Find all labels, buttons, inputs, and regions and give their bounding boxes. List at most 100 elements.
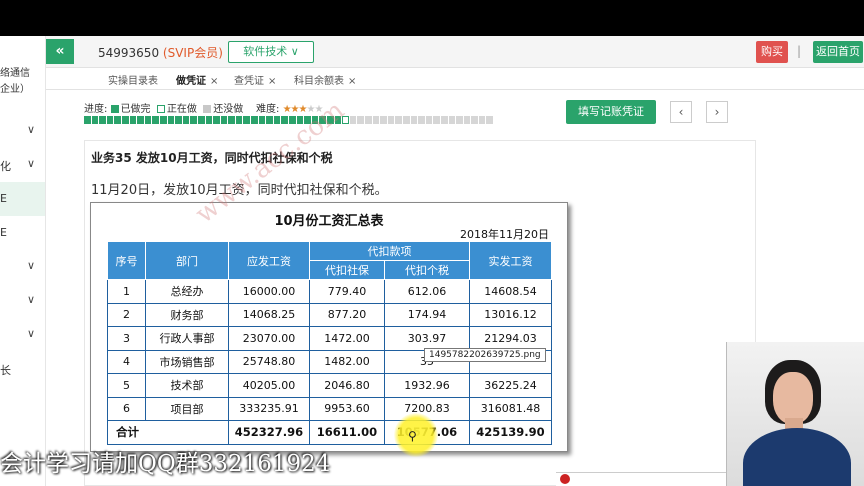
progress-cell[interactable] [281,116,289,124]
cell-tax: 1932.96 [384,373,470,398]
progress-bar [84,116,494,125]
cell-gross: 333235.91 [228,396,310,421]
zoom-cursor-icon: ⚲ [408,429,417,443]
progress-cell[interactable] [121,116,129,124]
salary-table: 序号 部门 应发工资 代扣款项 实发工资 代扣社保 代扣个税 1 总经办 16000… [107,241,552,445]
progress-cell[interactable] [387,116,395,124]
account-id: 54993650 [98,46,160,60]
cell-social: 779.40 [309,279,385,304]
progress-cell[interactable] [99,116,106,124]
webcam-overlay [726,342,864,486]
chevron-down-icon: ∨ [27,327,36,340]
progress-cell[interactable] [273,116,281,124]
prev-button[interactable]: ‹ [670,101,692,123]
progress-cell[interactable] [220,116,228,124]
tab-view-voucher[interactable]: 查凭证 × [234,72,276,87]
sidebar-item-2[interactable]: 化 ∨ [0,148,45,182]
table-row: 2 财务部 14068.25 877.20 174.94 13016.12 [107,302,552,327]
chevron-down-icon: ∨ [27,259,36,272]
cell-seq: 5 [107,373,146,398]
progress-cell[interactable] [258,116,266,124]
progress-cell[interactable] [425,116,433,124]
image-filename-tooltip: 1495782202639725.png [424,348,546,362]
progress-cell[interactable] [205,116,213,124]
tab-bar: 实操目录表 做凭证 × 查凭证 × 科目余额表 × [46,68,864,90]
progress-cell[interactable] [213,116,220,124]
sidebar-item-8[interactable]: 长 [0,352,45,386]
cell-tax: 303.97 [384,326,470,351]
progress-cell[interactable] [84,116,91,124]
cell-net: 36225.24 [469,373,552,398]
write-voucher-button[interactable]: 填写记账凭证 [566,100,656,124]
star-icon: ★ [282,104,292,115]
progress-cell[interactable] [243,116,251,124]
sidebar-item-6[interactable]: ∨ [0,284,45,318]
progress-cell[interactable] [418,116,425,124]
progress-cell[interactable] [478,116,486,124]
progress-cell[interactable] [448,116,456,124]
progress-cell[interactable] [175,116,182,124]
progress-cell[interactable] [349,116,357,124]
progress-cell[interactable] [251,116,258,124]
progress-cell[interactable] [410,116,418,124]
progress-cell[interactable] [433,116,440,124]
sidebar-item-3[interactable]: E [0,182,45,216]
cell-tax: 612.06 [384,279,470,304]
progress-cell[interactable] [266,116,273,124]
progress-cell[interactable] [159,116,167,124]
header-net: 实发工资 [469,241,552,280]
progress-cell[interactable] [456,116,463,124]
header-social: 代扣社保 [309,260,385,280]
progress-cell[interactable] [395,116,402,124]
sidebar-item-7[interactable]: ∨ [0,318,45,352]
progress-cell[interactable] [190,116,197,124]
progress-cell[interactable] [144,116,152,124]
progress-cell[interactable] [380,116,387,124]
cell-dept: 技术部 [145,373,229,398]
progress-cell[interactable] [235,116,243,124]
cell-social: 877.20 [309,302,385,327]
next-image-strip [556,472,726,486]
sidebar-item-4[interactable]: E [0,216,45,250]
table-row: 5 技术部 40205.00 2046.80 1932.96 36225.24 [107,373,552,398]
tab-make-voucher[interactable]: 做凭证 × [176,72,218,87]
progress-cell[interactable] [129,116,137,124]
collapse-sidebar-button[interactable]: « [46,39,74,64]
progress-cell[interactable] [137,116,144,124]
progress-cell[interactable] [228,116,235,124]
progress-cell[interactable] [357,116,364,124]
progress-cell[interactable] [91,116,99,124]
close-icon[interactable]: × [210,76,218,87]
doing-swatch [156,105,165,113]
close-icon[interactable]: × [268,76,276,87]
progress-cell[interactable] [364,116,372,124]
sheet-date: 2018年11月20日 [460,228,549,241]
cell-gross: 16000.00 [228,279,310,304]
chevron-down-icon: ∨ [27,293,36,306]
sidebar-item-1[interactable]: ∨ [0,114,45,148]
progress-cell[interactable] [152,116,159,124]
table-row: 6 项目部 333235.91 9953.60 7200.83 316081.48 [107,396,552,421]
progress-cell[interactable] [106,116,114,124]
buy-button[interactable]: 购买 [756,41,788,63]
next-button[interactable]: › [706,101,728,123]
progress-cell[interactable] [197,116,205,124]
cell-social: 1472.00 [309,326,385,351]
progress-cell[interactable] [471,116,478,124]
progress-cell[interactable] [402,116,410,124]
progress-legend: 进度: 已做完 正在做 还没做 难度: ★★★★★ [84,104,323,115]
progress-cell[interactable] [114,116,121,124]
progress-cell[interactable] [372,116,380,124]
progress-cell[interactable] [486,116,494,124]
sidebar-item-5[interactable]: ∨ [0,250,45,284]
progress-cell[interactable] [167,116,175,124]
progress-cell[interactable] [440,116,448,124]
tab-practice-catalog[interactable]: 实操目录表 [108,72,158,87]
tab-account-balance[interactable]: 科目余额表 × [294,72,356,87]
back-home-button[interactable]: 返回首页 [813,41,863,63]
progress-cell[interactable] [463,116,471,124]
presenter-body [743,428,851,486]
progress-cell[interactable] [182,116,190,124]
close-icon[interactable]: × [348,76,356,87]
software-tech-dropdown[interactable]: 软件技术 ∨ [228,41,314,63]
